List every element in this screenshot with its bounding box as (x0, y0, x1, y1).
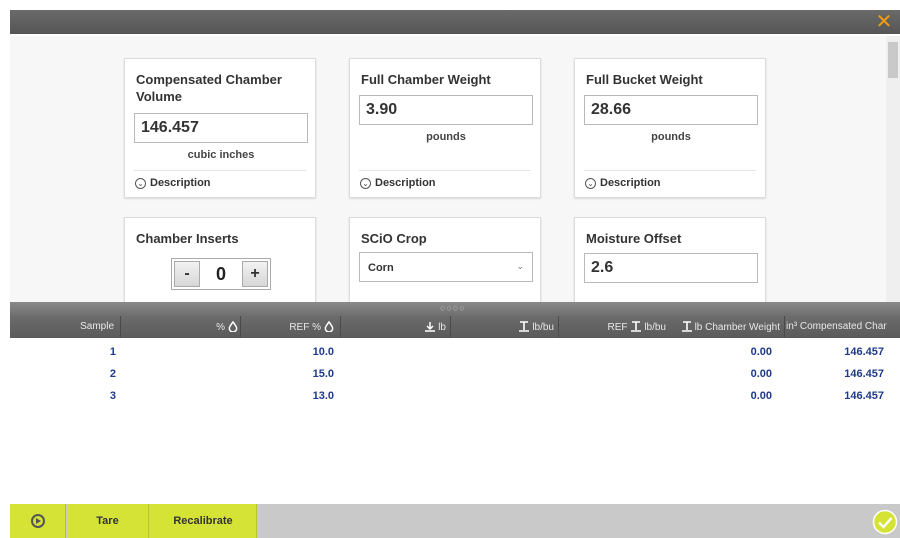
column-label: Sample (80, 321, 114, 332)
cycle-icon (30, 514, 45, 528)
column-divider (784, 316, 785, 338)
column-header-sample[interactable]: Sample (50, 321, 114, 332)
column-header-moisture[interactable]: % (122, 321, 238, 333)
weight-icon (425, 322, 436, 332)
card-title: SCiO Crop (361, 231, 427, 246)
moisture-offset-card: Moisture Offset 2.6 (574, 217, 766, 302)
table-row[interactable]: 3 13.0 0.00 146.457 (10, 388, 900, 406)
column-label: REF (607, 322, 628, 333)
full-bucket-weight-card: Full Bucket Weight 28.66 pounds ⌄ Descri… (574, 58, 766, 198)
column-header-ref-moisture[interactable]: REF % (242, 321, 334, 333)
stepper-value: 0 (215, 264, 226, 284)
description-label: Description (150, 177, 211, 189)
description-toggle[interactable]: ⌄ Description (134, 170, 306, 194)
chamber-inserts-card: Chamber Inserts - 0 + (124, 217, 316, 302)
crop-select-value: Corn (368, 262, 394, 274)
table-row[interactable]: 1 10.0 0.00 146.457 (10, 344, 900, 362)
description-toggle[interactable]: ⌄ Description (584, 170, 756, 194)
full-bucket-weight-input[interactable]: 28.66 (584, 95, 758, 125)
description-label: Description (375, 177, 436, 189)
splitter-handle[interactable]: ○○○○ (440, 303, 466, 313)
close-icon[interactable]: ✕ (874, 12, 894, 32)
description-toggle[interactable]: ⌄ Description (359, 170, 531, 194)
cell-sample: 1 (109, 346, 116, 358)
column-label: lb Chamber Weight (694, 322, 780, 333)
column-divider (120, 316, 121, 338)
unit-label: pounds (426, 131, 466, 143)
test-weight-icon (519, 321, 530, 332)
description-label: Description (600, 177, 661, 189)
cycle-button[interactable] (10, 504, 66, 538)
test-weight-icon (681, 321, 692, 332)
chevron-down-icon: ⌄ (360, 178, 371, 189)
settings-panel: Compensated Chamber Volume 146.457 cubic… (10, 36, 900, 302)
cell-chamber-weight: 0.00 (750, 390, 772, 402)
column-header-weight[interactable]: lb (342, 321, 446, 333)
cell-sample: 2 (109, 368, 116, 380)
column-label: % (216, 322, 225, 333)
chamber-inserts-stepper[interactable]: - 0 + (171, 258, 271, 290)
recalibrate-button[interactable]: Recalibrate (150, 504, 257, 538)
column-divider (340, 316, 341, 338)
check-circle-icon[interactable] (872, 509, 898, 535)
moisture-drop-icon (324, 321, 334, 332)
crop-select[interactable]: Corn ⌄ (359, 252, 533, 282)
cell-compensated: 146.457 (844, 346, 884, 358)
cell-chamber-weight: 0.00 (750, 368, 772, 380)
vertical-scrollbar[interactable] (886, 36, 900, 302)
unit-label: cubic inches (187, 149, 255, 161)
chevron-down-icon: ⌄ (135, 178, 146, 189)
compensated-volume-input[interactable]: 146.457 (134, 113, 308, 143)
cell-compensated: 146.457 (844, 368, 884, 380)
compensated-volume-card: Compensated Chamber Volume 146.457 cubic… (124, 58, 316, 198)
chevron-down-icon: ⌄ (516, 261, 524, 271)
scio-crop-card: SCiO Crop Corn ⌄ (349, 217, 541, 302)
cell-compensated: 146.457 (844, 390, 884, 402)
column-label: in³ Compensated Char (786, 321, 887, 332)
cell-sample: 3 (109, 390, 116, 402)
column-label: lb/bu (532, 322, 554, 333)
card-title: Chamber Inserts (136, 231, 239, 246)
column-divider (450, 316, 451, 338)
cell-ref-moisture: 10.0 (312, 346, 334, 358)
title-bar: ✕ (0, 0, 900, 36)
column-divider (240, 316, 241, 338)
increment-button[interactable]: + (242, 261, 268, 287)
card-title: Moisture Offset (586, 231, 682, 246)
cell-ref-moisture: 15.0 (312, 368, 334, 380)
unit-label: pounds (651, 131, 691, 143)
column-header-test-weight[interactable]: lb/bu (452, 321, 554, 333)
moisture-offset-input[interactable]: 2.6 (584, 253, 758, 283)
panel-splitter[interactable]: ○○○○ (10, 302, 900, 316)
card-title: Full Bucket Weight (586, 72, 703, 87)
cell-chamber-weight: 0.00 (750, 346, 772, 358)
column-label: lb/bu (644, 322, 666, 333)
cell-ref-moisture: 13.0 (312, 390, 334, 402)
column-label: REF % (289, 322, 321, 333)
table-row[interactable]: 2 15.0 0.00 146.457 (10, 366, 900, 384)
tare-button[interactable]: Tare (67, 504, 149, 538)
card-title: Full Chamber Weight (361, 72, 491, 87)
column-label: lb (438, 322, 446, 333)
column-header-ref-test-weight[interactable]: REF lb/bu (560, 321, 666, 333)
data-table: 1 10.0 0.00 146.457 2 15.0 0.00 146.457 … (10, 340, 900, 504)
title-strip (10, 10, 900, 34)
full-chamber-weight-input[interactable]: 3.90 (359, 95, 533, 125)
column-header-compensated[interactable]: in³ Compensated Char (786, 321, 890, 332)
scrollbar-thumb[interactable] (888, 42, 898, 78)
moisture-drop-icon (228, 321, 238, 332)
card-title: Compensated Chamber Volume (136, 72, 282, 104)
column-header-chamber-weight[interactable]: lb Chamber Weight (668, 321, 780, 333)
column-divider (558, 316, 559, 338)
test-weight-icon (631, 321, 642, 332)
full-chamber-weight-card: Full Chamber Weight 3.90 pounds ⌄ Descri… (349, 58, 541, 198)
decrement-button[interactable]: - (174, 261, 200, 287)
table-header: Sample % REF % lb lb/bu REF lb/bu lb Cha… (10, 316, 900, 338)
chevron-down-icon: ⌄ (585, 178, 596, 189)
bottom-toolbar: Tare Recalibrate (10, 504, 900, 538)
